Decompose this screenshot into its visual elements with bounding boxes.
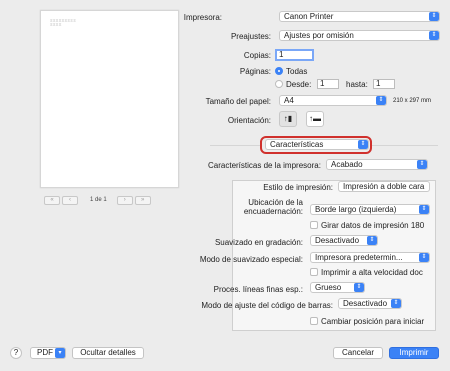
chevron-down-icon: ▾ xyxy=(55,348,65,358)
rotate-checkbox[interactable] xyxy=(310,221,318,229)
reposition-checkbox[interactable] xyxy=(310,317,318,325)
features-label: Características de la impresora: xyxy=(208,161,321,170)
chevron-updown-icon: ⇕ xyxy=(358,140,368,149)
smoothing-mode-select[interactable]: Impresora predetermin... ⇕ xyxy=(310,252,430,263)
pages-to-label: hasta: xyxy=(346,80,368,89)
chevron-updown-icon: ⇕ xyxy=(429,12,439,21)
fine-lines-label: Proces. líneas finas esp.: xyxy=(213,285,303,294)
portrait-orientation-icon: ↑▮ xyxy=(283,114,293,123)
print-style-select[interactable]: Impresión a doble cara xyxy=(338,181,430,192)
hide-details-button[interactable]: Ocultar detalles xyxy=(72,347,144,359)
chevron-left-icon: ‹ xyxy=(69,196,71,203)
help-icon: ? xyxy=(13,348,19,357)
separator xyxy=(372,145,438,146)
help-button[interactable]: ? xyxy=(10,347,22,359)
preview-text: ΞΞΞΞΞΞΞΞΞ ΞΞΞΞ xyxy=(50,18,77,27)
prev-page-button[interactable]: ‹ xyxy=(62,195,78,205)
print-style-label: Estilo de impresión: xyxy=(263,183,333,192)
paper-dimensions: 210 x 297 mm xyxy=(393,98,432,104)
section-select[interactable]: Características ⇕ xyxy=(265,139,369,150)
printer-label: Impresora: xyxy=(183,13,222,22)
orientation-label: Orientación: xyxy=(227,116,271,125)
pages-all-label: Todas xyxy=(286,67,308,76)
barcode-label: Modo de ajuste del código de barras: xyxy=(201,301,333,310)
double-chevron-right-icon: » xyxy=(141,196,145,203)
chevron-updown-icon: ⇕ xyxy=(419,205,429,214)
printer-select[interactable]: Canon Printer ⇕ xyxy=(279,11,440,22)
chevron-updown-icon: ⇕ xyxy=(367,236,377,245)
chevron-updown-icon: ⇕ xyxy=(429,31,439,40)
pages-all-radio[interactable] xyxy=(275,67,283,75)
page-preview: ΞΞΞΞΞΞΞΞΞ ΞΞΞΞ xyxy=(40,10,179,188)
reposition-label: Cambiar posición para iniciar xyxy=(321,317,425,326)
presets-label: Preajustes: xyxy=(230,32,271,41)
chevron-updown-icon: ⇕ xyxy=(391,299,401,308)
smoothing-select[interactable]: Desactivado ⇕ xyxy=(310,235,378,246)
binding-label-line2: encuadernación: xyxy=(243,207,303,216)
high-speed-checkbox[interactable] xyxy=(310,268,318,276)
binding-select[interactable]: Borde largo (izquierda) ⇕ xyxy=(310,204,430,215)
binding-label-line1: Ubicación de la xyxy=(248,198,303,207)
paper-size-select[interactable]: A4 ⇕ xyxy=(279,95,387,106)
paper-size-label: Tamaño del papel: xyxy=(205,97,271,106)
landscape-button[interactable]: ↑▬ xyxy=(306,111,324,127)
pages-range-radio[interactable] xyxy=(275,80,283,88)
portrait-button[interactable]: ↑▮ xyxy=(279,111,297,127)
last-page-button[interactable]: » xyxy=(134,195,151,205)
copies-label: Copias: xyxy=(243,51,271,60)
page-info: 1 de 1 xyxy=(90,197,107,203)
fine-lines-select[interactable]: Grueso ⇕ xyxy=(310,282,365,293)
chevron-updown-icon: ⇕ xyxy=(419,253,429,262)
smoothing-label: Suavizado en gradación: xyxy=(214,238,303,247)
first-page-button[interactable]: « xyxy=(44,195,60,205)
pdf-button[interactable]: PDF ▾ xyxy=(30,347,66,359)
preview-pager: « ‹ 1 de 1 › » xyxy=(44,195,153,205)
cancel-button[interactable]: Cancelar xyxy=(333,347,383,359)
rotate-label: Girar datos de impresión 180 xyxy=(321,221,425,230)
pages-from-input[interactable]: 1 xyxy=(317,79,339,89)
barcode-select[interactable]: Desactivado ⇕ xyxy=(338,298,402,309)
chevron-updown-icon: ⇕ xyxy=(354,283,364,292)
landscape-orientation-icon: ↑▬ xyxy=(309,114,321,123)
features-select[interactable]: Acabado ⇕ xyxy=(326,159,428,170)
chevron-updown-icon: ⇕ xyxy=(376,96,386,105)
chevron-right-icon: › xyxy=(123,196,126,203)
pages-to-input[interactable]: 1 xyxy=(373,79,395,89)
pages-from-label: Desde: xyxy=(286,80,312,89)
copies-input[interactable]: 1 xyxy=(275,49,314,61)
high-speed-label: Imprimir a alta velocidad doc xyxy=(321,268,423,277)
separator xyxy=(210,145,260,146)
chevron-updown-icon: ⇕ xyxy=(417,160,427,169)
smoothing-mode-label: Modo de suavizado especial: xyxy=(199,255,303,264)
print-button[interactable]: Imprimir xyxy=(389,347,439,359)
double-chevron-left-icon: « xyxy=(50,196,54,203)
presets-select[interactable]: Ajustes por omisión ⇕ xyxy=(279,30,440,41)
pages-label: Páginas: xyxy=(239,67,271,76)
next-page-button[interactable]: › xyxy=(116,195,133,205)
